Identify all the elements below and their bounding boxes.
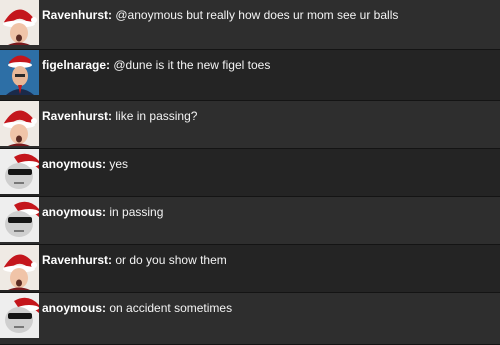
chat-message: Ravenhurst: like in passing? <box>0 101 500 149</box>
message-text: or do you show them <box>115 253 227 267</box>
message-username[interactable]: anoymous <box>42 205 102 219</box>
message-text: @anoymous but really how does ur mom see… <box>115 8 399 22</box>
chat-message: anoymous: on accident sometimes <box>0 293 500 345</box>
chat-message: Ravenhurst: @anoymous but really how doe… <box>0 0 500 50</box>
chat-log: Ravenhurst: @anoymous but really how doe… <box>0 0 500 345</box>
message-username[interactable]: anoymous <box>42 157 102 171</box>
chat-message: figelnarage: @dune is it the new figel t… <box>0 50 500 101</box>
message-username[interactable]: figelnarage <box>42 58 106 72</box>
ravenhurst-avatar[interactable] <box>0 245 39 290</box>
message-username[interactable]: Ravenhurst <box>42 253 108 267</box>
message-text: on accident sometimes <box>109 301 233 315</box>
chat-message: anoymous: yes <box>0 149 500 197</box>
chat-message: anoymous: in passing <box>0 197 500 245</box>
ravenhurst-avatar[interactable] <box>0 0 39 45</box>
anoymous-avatar[interactable] <box>0 149 39 194</box>
message-text: like in passing? <box>115 109 198 123</box>
message-username[interactable]: Ravenhurst <box>42 8 108 22</box>
message-username[interactable]: anoymous <box>42 301 102 315</box>
anoymous-avatar[interactable] <box>0 293 39 338</box>
ravenhurst-avatar[interactable] <box>0 101 39 146</box>
anoymous-avatar[interactable] <box>0 197 39 242</box>
message-text: @dune is it the new figel toes <box>113 58 271 72</box>
chat-message: Ravenhurst: or do you show them <box>0 245 500 293</box>
message-text: in passing <box>109 205 164 219</box>
message-text: yes <box>109 157 129 171</box>
figelnarage-avatar[interactable] <box>0 50 39 95</box>
message-username[interactable]: Ravenhurst <box>42 109 108 123</box>
